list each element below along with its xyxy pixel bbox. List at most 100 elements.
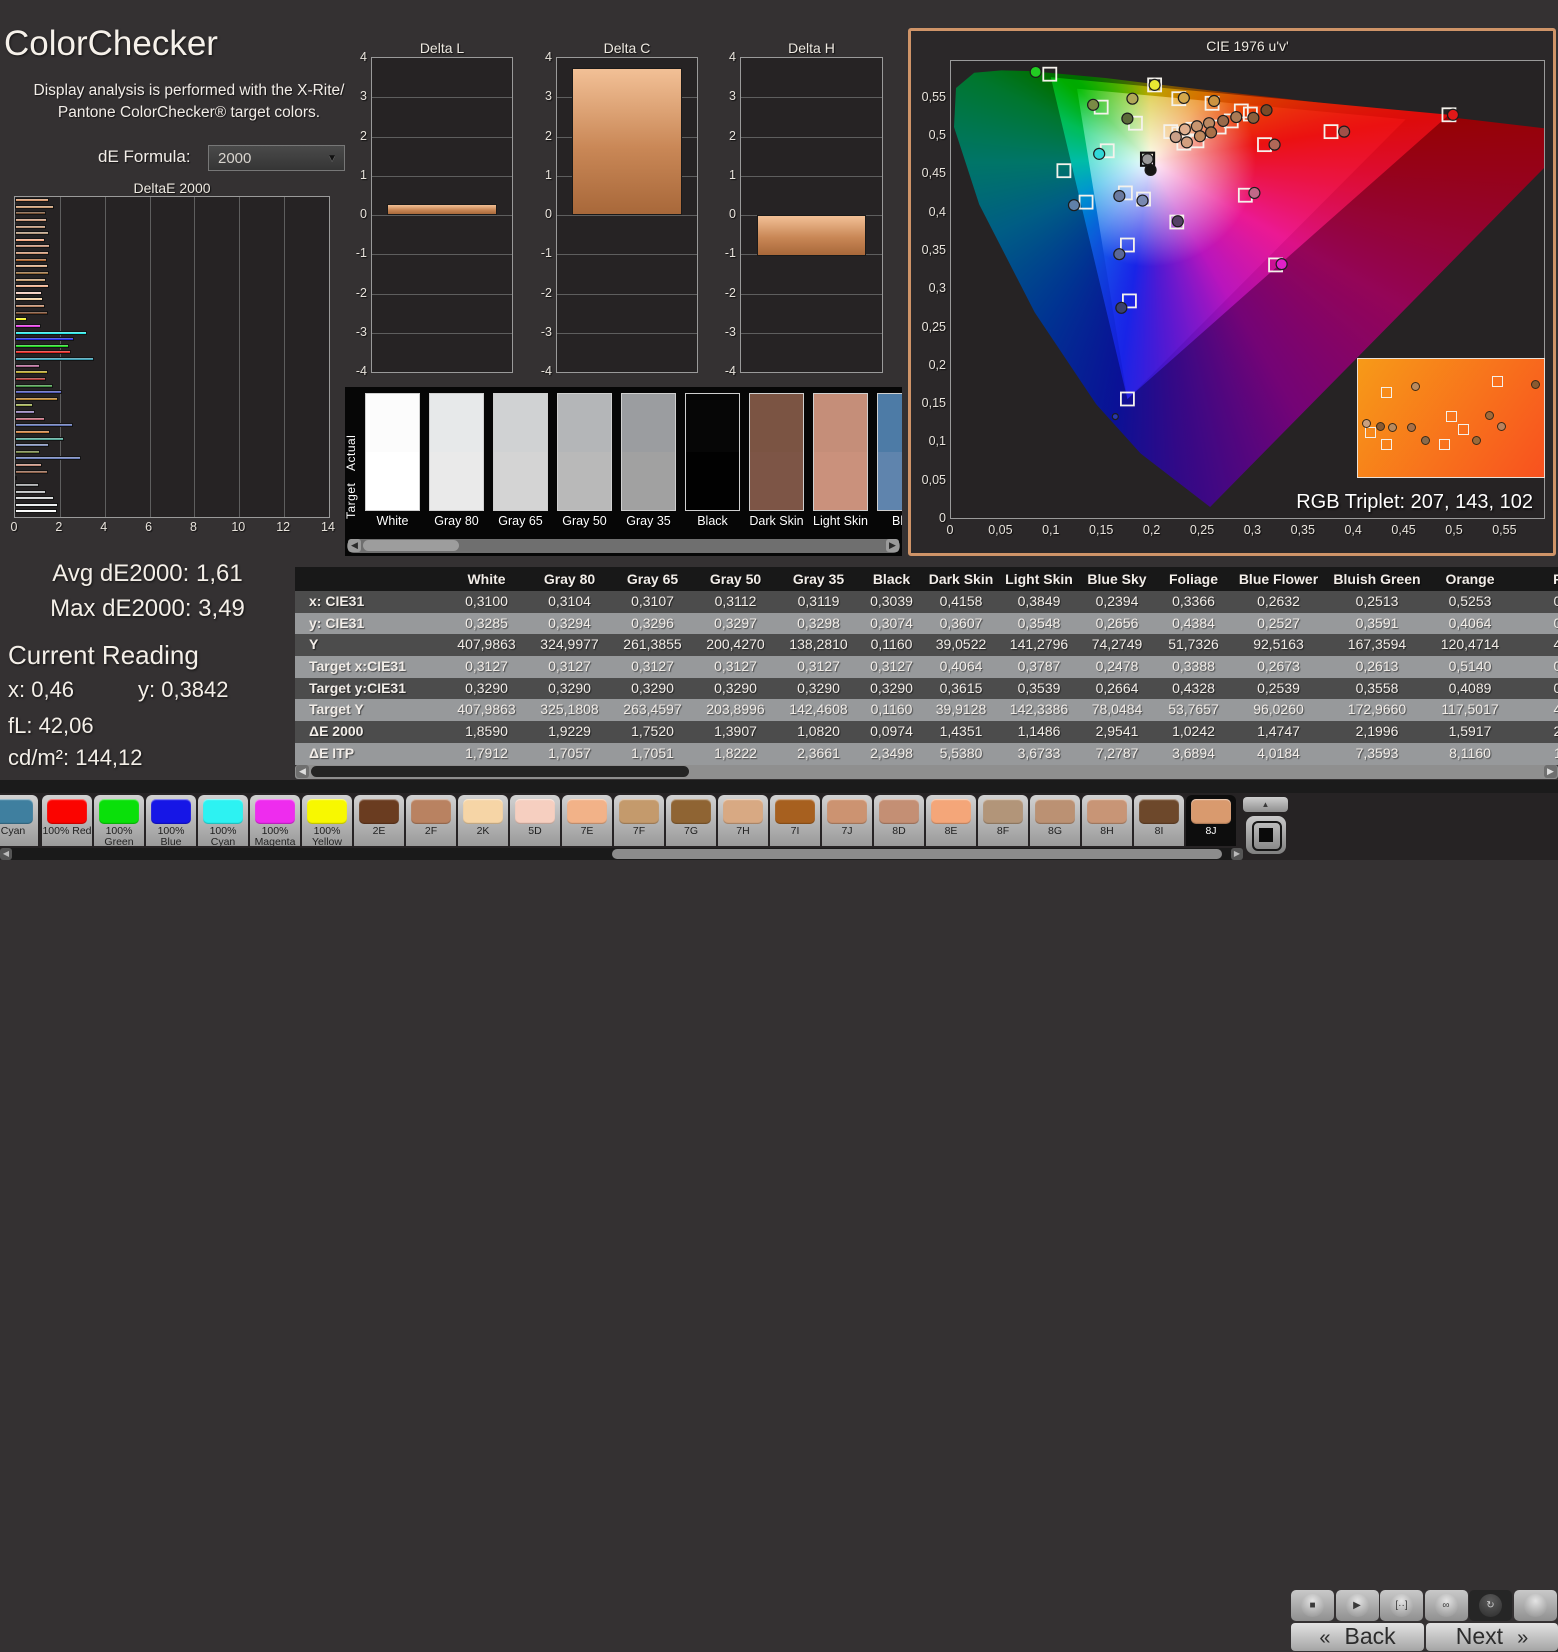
tabs-scrollbar[interactable]: ◀ ▶ <box>0 848 1243 860</box>
pattern-tab-8f[interactable]: 8F <box>978 795 1028 846</box>
table-cell: 47,89 <box>1553 701 1558 718</box>
transport-range-button[interactable]: [··] <box>1380 1590 1423 1621</box>
pattern-tab-8e[interactable]: 8E <box>926 795 976 846</box>
gridline <box>194 197 196 517</box>
scroll-right-icon[interactable]: ▶ <box>886 539 899 552</box>
row-header: ΔE 2000 <box>309 723 364 740</box>
transport-stop-button[interactable]: ■ <box>1291 1590 1334 1621</box>
patch-strip-scroll-thumb[interactable] <box>363 540 459 551</box>
pattern-tab-label: 100% Cyan <box>209 825 237 848</box>
axis-tick-label: 3 <box>729 89 736 104</box>
transport-loop-button[interactable]: ∞ <box>1424 1590 1468 1621</box>
current-y: y: 0,3842 <box>138 677 229 702</box>
axis-tick-label: 0,2 <box>1142 523 1161 537</box>
table-cell: 142,4608 <box>789 701 848 718</box>
pattern-tab-100-blue[interactable]: 100% Blue <box>146 795 196 847</box>
patch-target-color <box>686 452 739 510</box>
table-cell: 0,3558 <box>1355 679 1399 696</box>
patch-swatch[interactable] <box>557 393 612 511</box>
table-cell: 1,0242 <box>1172 723 1215 740</box>
deltae-bar <box>15 463 42 467</box>
measured-point-marker <box>1407 422 1417 432</box>
tab-scroll-up-button[interactable]: ▲ <box>1243 797 1288 812</box>
table-cell: 0,3294 <box>548 614 591 631</box>
pattern-tab-5d[interactable]: 5D <box>510 795 560 846</box>
patch-swatch[interactable] <box>621 393 676 511</box>
delta-chart-title: Delta L <box>419 40 465 56</box>
pattern-tab-7f[interactable]: 7F <box>614 795 664 846</box>
axis-tick-label: 2 <box>545 128 552 143</box>
table-cell: 261,3855 <box>623 636 682 653</box>
table-scroll-thumb[interactable] <box>311 766 689 777</box>
patch-swatch[interactable] <box>813 393 868 511</box>
pattern-tab-100-green[interactable]: 100% Green <box>94 795 144 847</box>
pattern-color-swatch <box>99 799 139 824</box>
deltae-bar <box>15 396 58 401</box>
table-row: Target Y 407,9863 325,1808 263,4597 203,8996… <box>295 699 1558 722</box>
table-scrollbar[interactable]: ◀ ▶ <box>295 765 1558 779</box>
pattern-tab-7h[interactable]: 7H <box>718 795 768 846</box>
axis-tick-label: 0,05 <box>921 472 946 487</box>
pattern-tab-100-cyan[interactable]: 100% Cyan <box>198 795 248 848</box>
column-header: Purpl <box>1553 571 1558 587</box>
patch-label: White <box>376 514 409 528</box>
patch-strip-scrollbar[interactable]: ◀ ▶ <box>347 539 900 553</box>
pattern-tab-7j[interactable]: 7J <box>822 795 872 846</box>
pattern-tab-2f[interactable]: 2F <box>406 795 456 846</box>
scroll-right-icon[interactable]: ▶ <box>1544 765 1557 778</box>
table-row: x: CIE31 0,3100 0,3104 0,3107 0,3112 0,3119 0,… <box>295 591 1558 613</box>
pattern-tab-7e[interactable]: 7E <box>562 795 612 846</box>
pattern-tab-label: 100% Magenta <box>254 825 296 848</box>
transport-play-button[interactable]: ▶ <box>1335 1590 1379 1621</box>
scroll-left-icon[interactable]: ◀ <box>0 848 12 860</box>
pattern-tab-7i[interactable]: 7I <box>770 795 820 846</box>
table-cell: 8,1160 <box>1449 744 1491 761</box>
scroll-right-icon[interactable]: ▶ <box>1231 848 1243 860</box>
pattern-tab-8j[interactable]: 8J <box>1186 795 1236 846</box>
tabs-scroll-thumb[interactable] <box>612 849 1222 859</box>
pattern-tab-100-magenta[interactable]: 100% Magenta <box>250 795 300 848</box>
pattern-window-button[interactable] <box>1246 816 1286 854</box>
pattern-tab-8i[interactable]: 8I <box>1134 795 1184 846</box>
axis-tick-label: -1 <box>724 246 736 261</box>
patch-swatch[interactable] <box>493 393 548 511</box>
de-formula-select[interactable]: 2000 ▼ <box>208 145 345 171</box>
scroll-left-icon[interactable]: ◀ <box>296 765 309 778</box>
patch-swatch[interactable] <box>749 393 804 511</box>
patch-swatch[interactable] <box>877 393 902 511</box>
axis-tick-label: -2 <box>724 285 736 300</box>
pattern-tab-8d[interactable]: 8D <box>874 795 924 846</box>
table-cell: 0,3127 <box>870 658 913 675</box>
pattern-color-swatch <box>515 799 555 824</box>
measured-point-marker <box>1260 104 1273 117</box>
next-button[interactable]: Next » <box>1426 1623 1558 1651</box>
pattern-tab-2k[interactable]: 2K <box>458 795 508 846</box>
table-cell: 1,7520 <box>631 723 674 740</box>
pattern-color-swatch <box>567 799 607 824</box>
transport-refresh-button[interactable]: ↻ <box>1469 1590 1512 1621</box>
table-cell: 0,5140 <box>1448 658 1492 675</box>
deltae-bar <box>15 277 47 282</box>
pattern-tab-cyan[interactable]: Cyan <box>0 795 38 846</box>
pattern-tab-100-yellow[interactable]: 100% Yellow <box>302 795 352 847</box>
pattern-tab-8g[interactable]: 8G <box>1030 795 1080 846</box>
scroll-left-icon[interactable]: ◀ <box>348 539 361 552</box>
transport-blank-button[interactable] <box>1513 1590 1557 1621</box>
measured-point-marker <box>1178 123 1191 136</box>
patch-swatch[interactable] <box>429 393 484 511</box>
table-cell: 0,3297 <box>714 614 757 631</box>
axis-tick-label: 0,3 <box>1243 523 1262 537</box>
deltae-bar <box>15 257 47 262</box>
pattern-tab-7g[interactable]: 7G <box>666 795 716 846</box>
current-reading-heading: Current Reading <box>8 640 199 670</box>
pattern-tab-100-red[interactable]: 100% Red <box>42 795 92 846</box>
patch-swatch[interactable] <box>365 393 420 511</box>
column-header: Gray 50 <box>709 571 762 587</box>
pattern-tab-2e[interactable]: 2E <box>354 795 404 846</box>
deltae-bar <box>15 304 46 308</box>
patch-swatch[interactable] <box>685 393 740 511</box>
pattern-tab-8h[interactable]: 8H <box>1082 795 1132 846</box>
back-button[interactable]: « Back <box>1291 1623 1424 1651</box>
table-cell: 0,2673 <box>1257 658 1300 675</box>
table-cell: 167,3594 <box>1347 636 1407 653</box>
